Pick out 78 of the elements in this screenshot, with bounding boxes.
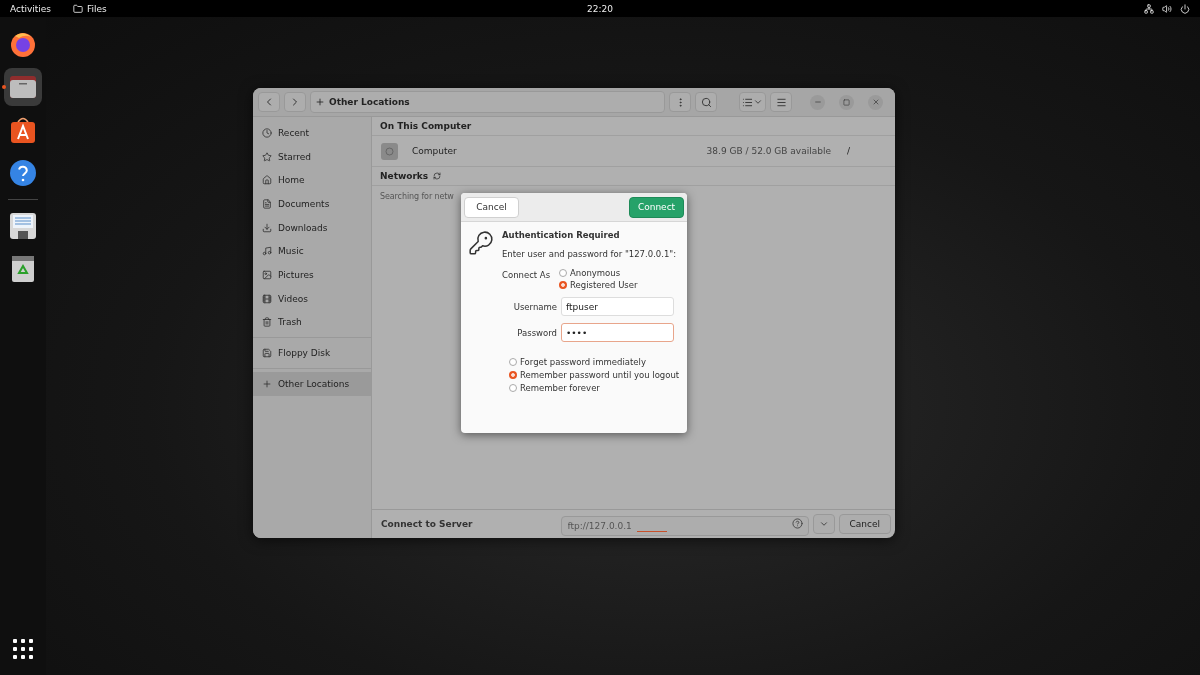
radio-option[interactable]: Remember password until you logout bbox=[509, 370, 687, 380]
view-list-button[interactable] bbox=[739, 92, 766, 112]
folder-icon bbox=[73, 3, 84, 14]
username-label: Username bbox=[512, 301, 558, 312]
dialog-message: Enter user and password for "127.0.0.1": bbox=[502, 249, 678, 259]
film-icon bbox=[262, 293, 272, 304]
radio-option[interactable]: Anonymous bbox=[559, 268, 638, 278]
sidebar-item[interactable]: Downloads bbox=[253, 215, 371, 240]
cancel-button[interactable]: Cancel bbox=[838, 514, 891, 534]
help-icon[interactable] bbox=[791, 518, 803, 529]
menu-icon bbox=[775, 96, 787, 108]
power-icon[interactable] bbox=[1180, 3, 1190, 14]
radio-option[interactable]: Forget password immediately bbox=[509, 357, 687, 367]
menu-button[interactable] bbox=[770, 92, 792, 112]
username-field[interactable]: ftpuser bbox=[561, 297, 674, 316]
disk-usage: 38.9 GB / 52.0 GB available bbox=[706, 146, 831, 156]
mount-point: / bbox=[846, 146, 850, 156]
browser-icon bbox=[9, 30, 37, 58]
app-grid-icon[interactable] bbox=[13, 639, 33, 659]
picture-icon bbox=[262, 269, 272, 280]
connect-label: Connect to Server bbox=[381, 519, 474, 529]
section-title: On This Computer bbox=[380, 121, 472, 131]
radio-option[interactable]: Remember forever bbox=[509, 383, 687, 393]
close-button[interactable] bbox=[868, 94, 883, 110]
connect-as-label: Connect As bbox=[502, 269, 552, 282]
radio-option[interactable]: Registered User bbox=[559, 280, 638, 290]
plus-icon bbox=[262, 378, 272, 389]
app-menu[interactable]: Files bbox=[73, 3, 107, 14]
folder-icon bbox=[9, 74, 37, 100]
caret-icon bbox=[818, 519, 829, 529]
download-icon bbox=[262, 222, 272, 233]
sidebar-item[interactable]: Documents bbox=[253, 192, 371, 216]
music-note-icon bbox=[262, 246, 272, 257]
forward-button[interactable] bbox=[284, 92, 306, 112]
document-icon bbox=[262, 198, 272, 209]
shopping-bag-icon bbox=[10, 116, 36, 144]
sidebar-item[interactable]: Other Locations bbox=[253, 371, 371, 396]
maximize-icon bbox=[843, 98, 850, 106]
sidebar-item[interactable]: Videos bbox=[253, 286, 371, 311]
password-label: Password bbox=[516, 327, 558, 338]
network-icon[interactable] bbox=[1144, 3, 1154, 14]
help-icon bbox=[9, 159, 37, 187]
sidebar-item[interactable]: Trash bbox=[253, 310, 371, 335]
path-bar[interactable]: Other Locations bbox=[310, 91, 665, 113]
back-button[interactable] bbox=[258, 92, 280, 112]
clock-icon bbox=[262, 127, 272, 138]
trash-icon bbox=[11, 255, 35, 283]
close-icon bbox=[871, 98, 880, 106]
key-icon bbox=[468, 230, 494, 256]
network-status: Searching for netw bbox=[380, 192, 454, 201]
activities-button[interactable]: Activities bbox=[10, 3, 52, 14]
volume-icon[interactable] bbox=[1162, 3, 1172, 14]
location-name: Computer bbox=[412, 146, 458, 156]
search-icon bbox=[700, 96, 712, 108]
dialog-title: Authentication Required bbox=[502, 230, 621, 240]
server-address-field[interactable]: ftp://127.0.0.1 bbox=[560, 516, 809, 536]
plus-icon bbox=[315, 97, 325, 107]
search-button[interactable] bbox=[695, 92, 717, 112]
clock[interactable]: 22:20 bbox=[587, 3, 613, 14]
spinner-icon bbox=[433, 172, 442, 180]
cancel-button[interactable]: Cancel bbox=[464, 196, 519, 218]
sidebar-item[interactable]: Music bbox=[253, 239, 371, 264]
minimize-icon bbox=[813, 98, 822, 106]
sidebar-item[interactable]: Home bbox=[253, 168, 371, 193]
sidebar-item[interactable]: Recent bbox=[253, 121, 371, 145]
star-icon bbox=[262, 151, 272, 162]
home-icon bbox=[262, 175, 272, 186]
path-label: Other Locations bbox=[329, 97, 410, 107]
trash-icon bbox=[262, 317, 272, 328]
sidebar-item[interactable]: Starred bbox=[253, 144, 371, 169]
section-title: Networks bbox=[380, 171, 429, 181]
location-row[interactable]: Computer 38.9 GB / 52.0 GB available / bbox=[372, 136, 895, 167]
list-icon bbox=[742, 96, 753, 108]
sidebar-item[interactable]: Pictures bbox=[253, 263, 371, 287]
caret-icon bbox=[753, 97, 763, 107]
password-field[interactable]: •••• bbox=[561, 323, 674, 342]
dock-app[interactable] bbox=[4, 68, 42, 106]
sidebar-item[interactable]: Floppy Disk bbox=[253, 341, 371, 365]
